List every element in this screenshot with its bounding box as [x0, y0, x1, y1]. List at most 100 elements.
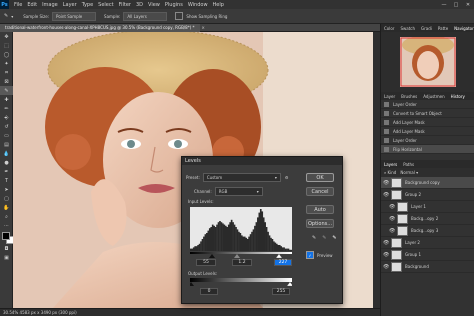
input-gamma-field[interactable]: 1.2: [232, 259, 252, 266]
layers-tab-1[interactable]: Paths: [403, 162, 414, 167]
output-white-field[interactable]: 255: [272, 288, 290, 295]
sample-size-dropdown[interactable]: Point Sample: [52, 11, 97, 21]
output-black-field[interactable]: 0: [200, 288, 218, 295]
type-tool-icon[interactable]: T: [0, 176, 13, 185]
eye-icon[interactable]: 👁: [389, 228, 397, 234]
layer-row[interactable]: 👁 Layer 1: [381, 201, 474, 213]
gear-icon[interactable]: ⚙: [285, 175, 289, 180]
channel-dropdown[interactable]: RGB ▾: [214, 187, 263, 196]
eye-icon[interactable]: 👁: [389, 216, 397, 222]
minimize-button[interactable]: —: [438, 2, 450, 8]
kind-filter-icon[interactable]: ⌕ Kind: [384, 170, 396, 175]
brush-tool-icon[interactable]: ✏: [0, 104, 13, 113]
menu-item-3d[interactable]: 3D: [136, 2, 143, 8]
eye-icon[interactable]: 👁: [383, 192, 391, 198]
gamma-slider[interactable]: [234, 254, 240, 258]
history-tab-0[interactable]: Layer: [384, 94, 395, 99]
pen-tool-icon[interactable]: ✒: [0, 167, 13, 176]
history-tab-1[interactable]: Brushes: [401, 94, 417, 99]
layer-row[interactable]: 👁 Layer 2: [381, 237, 474, 249]
marquee-tool-icon[interactable]: ⬚: [0, 41, 13, 50]
layer-row[interactable]: 👁 Backg...opy 2: [381, 213, 474, 225]
navigator-tab-2[interactable]: Gradi: [421, 26, 432, 31]
layer-row[interactable]: 👁 Background: [381, 261, 474, 273]
quick-mask-icon[interactable]: ◘: [0, 244, 13, 253]
document-tab[interactable]: traditional-waterfront-houses-along-cana…: [0, 23, 200, 32]
cancel-button[interactable]: Cancel: [306, 187, 334, 196]
menu-item-select[interactable]: Select: [98, 2, 113, 8]
crop-tool-icon[interactable]: ⌗: [0, 68, 13, 77]
input-sliders[interactable]: [190, 252, 292, 258]
history-item[interactable]: Layer Order: [381, 100, 474, 109]
eye-icon[interactable]: 👁: [383, 252, 391, 258]
history-item[interactable]: Flip Horizontal: [381, 145, 474, 154]
close-button[interactable]: ✕: [462, 2, 474, 8]
preset-dropdown[interactable]: Custom ▾: [202, 173, 281, 182]
quick-select-tool-icon[interactable]: ✦: [0, 59, 13, 68]
rectangle-tool-icon[interactable]: ▢: [0, 194, 13, 203]
menu-item-file[interactable]: File: [14, 2, 22, 8]
layers-tab-0[interactable]: Layers: [384, 162, 397, 167]
black-point-slider[interactable]: [209, 254, 215, 258]
sample-dropdown[interactable]: All Layers: [123, 11, 168, 21]
maximize-button[interactable]: □: [450, 2, 462, 8]
history-brush-tool-icon[interactable]: ↺: [0, 122, 13, 131]
clone-stamp-tool-icon[interactable]: ⎆: [0, 113, 13, 122]
layer-row[interactable]: 👁 Backg...opy 3: [381, 225, 474, 237]
screen-mode-icon[interactable]: ▣: [0, 253, 13, 262]
menu-item-view[interactable]: View: [148, 2, 160, 8]
auto-button[interactable]: Auto: [306, 205, 334, 214]
show-ring-checkbox[interactable]: [175, 12, 184, 20]
history-item[interactable]: Layer Order: [381, 136, 474, 145]
menu-item-help[interactable]: Help: [213, 2, 224, 8]
navigator-tab-4[interactable]: Navigator: [454, 26, 474, 31]
eyedropper-icon[interactable]: ✎: [4, 13, 8, 19]
output-sliders[interactable]: [190, 278, 292, 286]
blend-mode-dropdown[interactable]: Normal ▾: [400, 170, 418, 175]
white-point-slider[interactable]: [275, 253, 283, 258]
navigator-tab-1[interactable]: Swatch: [400, 26, 415, 31]
dropdown-arrow-icon[interactable]: ▾: [11, 14, 13, 19]
history-tab-2[interactable]: Adjustmen: [423, 94, 444, 99]
color-swatches-icon[interactable]: [0, 230, 14, 244]
more-tools-icon[interactable]: ⋯: [0, 221, 13, 230]
output-white-slider[interactable]: [286, 281, 292, 286]
menu-item-layer[interactable]: Layer: [63, 2, 77, 8]
history-item[interactable]: Convert to Smart Object: [381, 109, 474, 118]
history-tab-3[interactable]: History: [451, 94, 465, 99]
options-button[interactable]: Options...: [306, 219, 334, 228]
path-select-tool-icon[interactable]: ➤: [0, 185, 13, 194]
eye-icon[interactable]: 👁: [383, 180, 391, 186]
move-tool-icon[interactable]: ✥: [0, 32, 13, 41]
output-black-slider[interactable]: [190, 282, 194, 286]
blur-tool-icon[interactable]: 💧: [0, 149, 13, 158]
eraser-tool-icon[interactable]: ▭: [0, 131, 13, 140]
navigator-tab-0[interactable]: Color: [384, 26, 394, 31]
layer-row[interactable]: 👁 Group 1: [381, 249, 474, 261]
hand-tool-icon[interactable]: ✋: [0, 203, 13, 212]
menu-item-filter[interactable]: Filter: [119, 2, 131, 8]
gray-eyedropper-icon[interactable]: ✎: [322, 235, 326, 241]
history-item[interactable]: Add Layer Mask: [381, 118, 474, 127]
gradient-tool-icon[interactable]: ▤: [0, 140, 13, 149]
black-eyedropper-icon[interactable]: ✎: [312, 235, 316, 241]
eye-icon[interactable]: 👁: [389, 204, 397, 210]
eye-icon[interactable]: 👁: [383, 264, 391, 270]
dodge-tool-icon[interactable]: ●: [0, 158, 13, 167]
menu-item-type[interactable]: Type: [82, 2, 93, 8]
menu-item-image[interactable]: Image: [42, 2, 58, 8]
menu-item-edit[interactable]: Edit: [27, 2, 37, 8]
frame-tool-icon[interactable]: ⊠: [0, 77, 13, 86]
preview-checkbox[interactable]: ✓: [306, 251, 314, 259]
menu-item-plugins[interactable]: Plugins: [165, 2, 183, 8]
layer-row[interactable]: 👁 Background copy: [381, 177, 474, 189]
menu-item-window[interactable]: Window: [188, 2, 208, 8]
history-item[interactable]: Add Layer Mask: [381, 127, 474, 136]
input-white-field[interactable]: 227: [274, 259, 292, 266]
lasso-tool-icon[interactable]: ◯: [0, 50, 13, 59]
layer-row[interactable]: 👁 Group 2: [381, 189, 474, 201]
eyedropper-tool-icon[interactable]: ✎: [0, 86, 13, 95]
input-black-field[interactable]: 55: [196, 259, 216, 266]
ok-button[interactable]: OK: [306, 173, 334, 182]
zoom-tool-icon[interactable]: ⌕: [0, 212, 13, 221]
